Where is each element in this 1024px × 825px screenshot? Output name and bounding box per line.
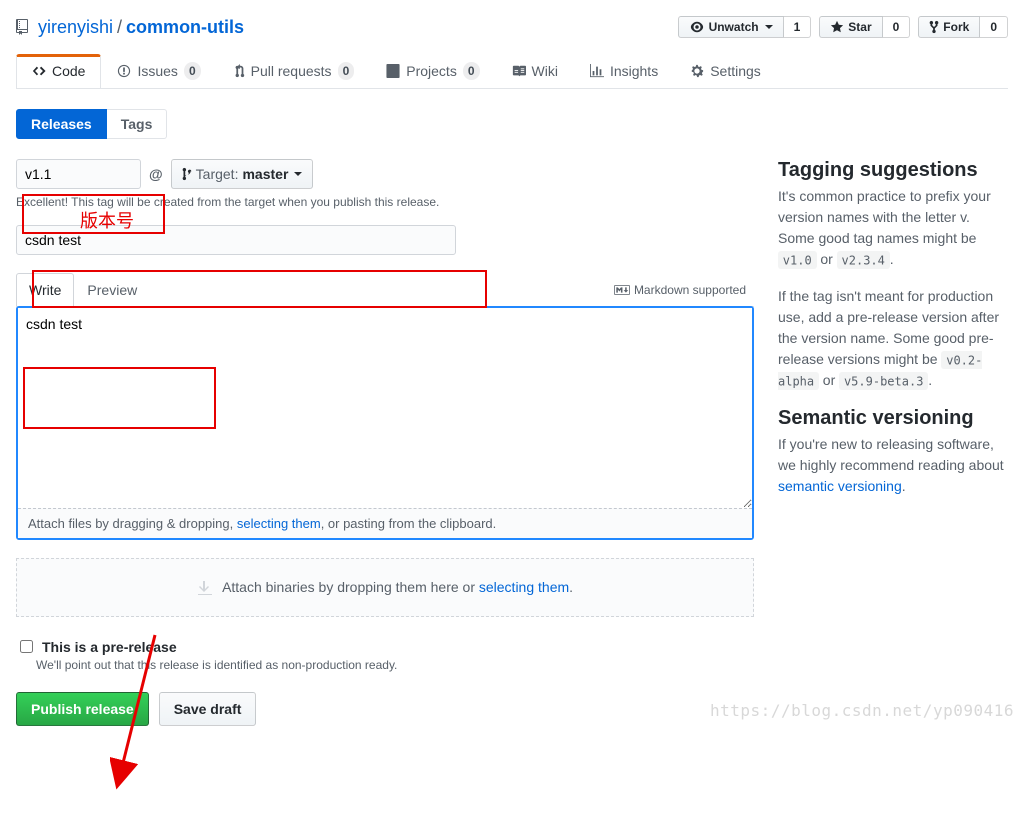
gear-icon <box>690 64 704 78</box>
sidebar-heading-semver: Semantic versioning <box>778 407 1008 430</box>
attach-text-post: , or pasting from the clipboard. <box>321 516 497 531</box>
nav-wiki-label: Wiki <box>532 63 558 79</box>
branch-icon <box>182 167 192 181</box>
repo-name-link[interactable]: common-utils <box>126 17 244 38</box>
nav-insights-label: Insights <box>610 63 658 79</box>
fork-icon <box>929 20 939 34</box>
repo-owner-link[interactable]: yirenyishi <box>38 17 113 38</box>
semver-link[interactable]: semantic versioning <box>778 478 902 494</box>
at-symbol: @ <box>149 166 163 182</box>
nav-insights[interactable]: Insights <box>574 54 674 88</box>
repo-separator: / <box>117 17 122 38</box>
sidebar-heading-tagging: Tagging suggestions <box>778 159 1008 182</box>
publish-release-button[interactable]: Publish release <box>16 692 149 726</box>
sidebar-p3: If you're new to releasing software, we … <box>778 434 1008 497</box>
prerelease-help: We'll point out that this release is ide… <box>36 658 754 672</box>
prerelease-text: This is a pre-release <box>42 639 177 655</box>
attach-files-row[interactable]: Attach files by dragging & dropping, sel… <box>18 508 752 538</box>
pulls-counter: 0 <box>338 62 355 80</box>
nav-code-label: Code <box>52 63 85 79</box>
unwatch-label: Unwatch <box>709 20 759 34</box>
markdown-hint[interactable]: Markdown supported <box>614 283 754 297</box>
unwatch-button[interactable]: Unwatch <box>678 16 784 38</box>
repo-icon <box>16 19 32 35</box>
issue-icon <box>117 64 131 78</box>
eye-icon <box>689 20 705 34</box>
download-icon <box>197 580 213 596</box>
sidebar-p2: If the tag isn't meant for production us… <box>778 286 1008 391</box>
attach-select-link[interactable]: selecting them <box>237 516 321 531</box>
target-label: Target: <box>196 166 239 182</box>
star-button[interactable]: Star <box>819 16 882 38</box>
target-branch-select[interactable]: Target: master <box>171 159 314 189</box>
project-icon <box>386 64 400 78</box>
unwatch-count[interactable]: 1 <box>784 16 812 38</box>
star-icon <box>830 20 844 34</box>
subnav-releases[interactable]: Releases <box>16 109 107 139</box>
fork-label: Fork <box>943 20 969 34</box>
save-draft-button[interactable]: Save draft <box>159 692 257 726</box>
tag-version-input[interactable] <box>16 159 141 189</box>
nav-issues-label: Issues <box>137 63 177 79</box>
releases-subnav: Releases Tags <box>16 109 1008 139</box>
bin-text-post: . <box>569 579 573 595</box>
nav-code[interactable]: Code <box>16 54 101 88</box>
nav-pulls[interactable]: Pull requests 0 <box>217 54 371 88</box>
tab-write[interactable]: Write <box>16 273 74 306</box>
nav-pulls-label: Pull requests <box>251 63 332 79</box>
nav-projects[interactable]: Projects 0 <box>370 54 495 88</box>
nav-projects-label: Projects <box>406 63 457 79</box>
bin-text-pre: Attach binaries by dropping them here or <box>222 579 479 595</box>
tab-preview[interactable]: Preview <box>74 273 150 306</box>
markdown-hint-label: Markdown supported <box>634 283 746 297</box>
book-icon <box>512 64 526 78</box>
sidebar-p1: It's common practice to prefix your vers… <box>778 186 1008 270</box>
prerelease-label[interactable]: This is a pre-release <box>16 637 754 656</box>
target-value: master <box>242 166 288 182</box>
code-icon <box>32 64 46 78</box>
subnav-tags[interactable]: Tags <box>107 109 168 139</box>
bin-select-link[interactable]: selecting them <box>479 579 569 595</box>
nav-settings[interactable]: Settings <box>674 54 777 88</box>
nav-issues[interactable]: Issues 0 <box>101 54 216 88</box>
projects-counter: 0 <box>463 62 480 80</box>
tag-note: Excellent! This tag will be created from… <box>16 195 754 209</box>
issues-counter: 0 <box>184 62 201 80</box>
prerelease-checkbox[interactable] <box>20 640 33 653</box>
release-body-textarea[interactable] <box>18 308 752 508</box>
fork-button[interactable]: Fork <box>918 16 980 38</box>
pr-icon <box>233 64 245 78</box>
release-title-input[interactable] <box>16 225 456 255</box>
markdown-icon <box>614 284 630 296</box>
star-count[interactable]: 0 <box>883 16 911 38</box>
nav-wiki[interactable]: Wiki <box>496 54 574 88</box>
fork-count[interactable]: 0 <box>980 16 1008 38</box>
repo-title: yirenyishi / common-utils <box>16 17 244 38</box>
star-label: Star <box>848 20 871 34</box>
attach-text-pre: Attach files by dragging & dropping, <box>28 516 237 531</box>
nav-settings-label: Settings <box>710 63 761 79</box>
binaries-dropzone[interactable]: Attach binaries by dropping them here or… <box>16 558 754 617</box>
repo-nav: Code Issues 0 Pull requests 0 Projects 0… <box>16 54 1008 89</box>
graph-icon <box>590 64 604 78</box>
